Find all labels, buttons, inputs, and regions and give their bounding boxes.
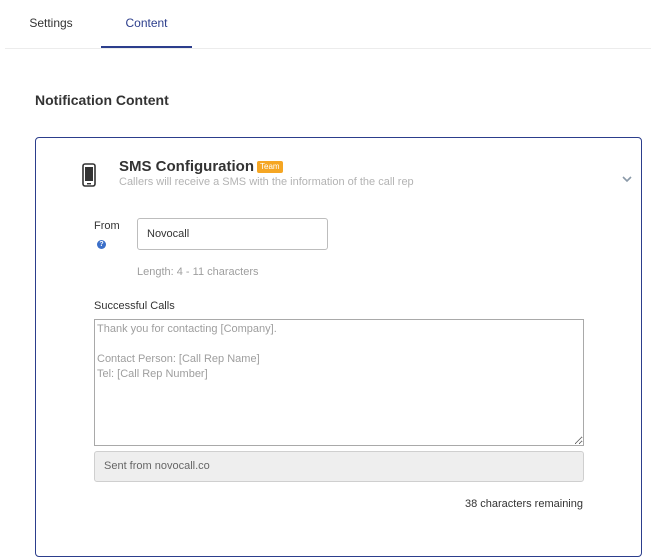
characters-remaining: 38 characters remaining <box>464 498 583 510</box>
sms-card-subtitle: Callers will receive a SMS with the info… <box>119 176 414 188</box>
sms-title-text: SMS Configuration <box>119 158 254 175</box>
successful-calls-label: Successful Calls <box>94 300 175 312</box>
chevron-down-icon[interactable] <box>622 175 632 183</box>
sms-configuration-card: SMS Configuration Team Callers will recei… <box>35 137 642 557</box>
tab-content[interactable]: Content <box>101 0 192 48</box>
phone-icon <box>82 163 96 187</box>
question-icon[interactable]: ? <box>97 240 106 249</box>
length-hint: Length: 4 - 11 characters <box>137 266 259 278</box>
successful-calls-message[interactable] <box>94 319 584 446</box>
section-title: Notification Content <box>35 92 169 108</box>
from-label: From <box>94 220 120 232</box>
tab-bar: Settings Content <box>5 0 651 49</box>
sms-card-title: SMS Configuration Team <box>119 158 283 175</box>
from-input[interactable] <box>137 218 328 250</box>
sent-from-footer: Sent from novocall.co <box>94 451 584 482</box>
team-badge: Team <box>257 161 283 173</box>
tab-settings[interactable]: Settings <box>5 0 97 48</box>
